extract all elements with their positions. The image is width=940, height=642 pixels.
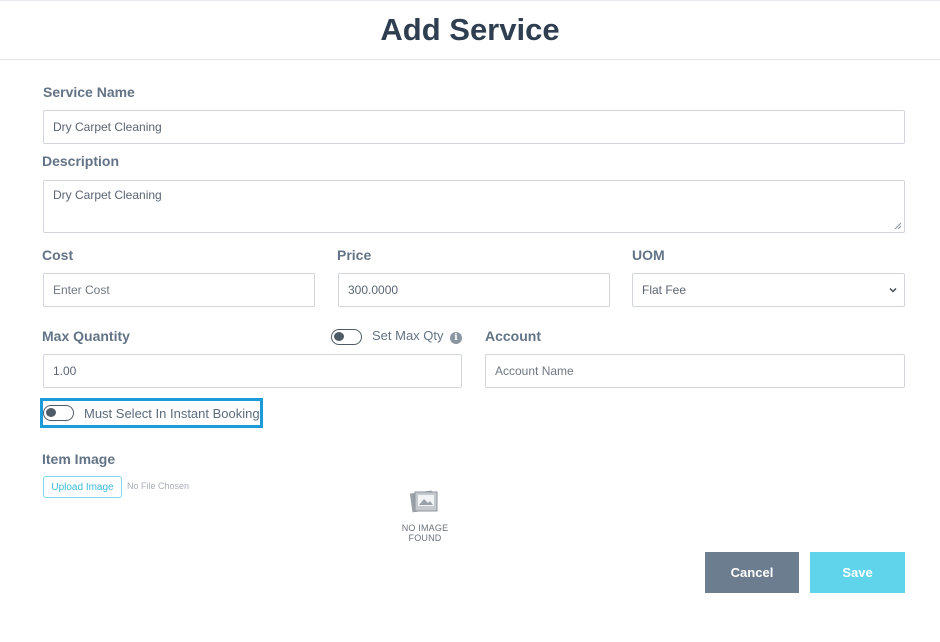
service-name-label: Service Name	[43, 84, 135, 100]
page-header: Add Service	[0, 0, 940, 60]
chevron-down-icon	[889, 287, 897, 293]
must-select-toggle[interactable]	[43, 405, 74, 421]
description-text: Dry Carpet Cleaning	[53, 188, 162, 202]
cost-input[interactable]: Enter Cost	[43, 273, 315, 307]
item-image-label: Item Image	[42, 451, 116, 467]
service-name-input[interactable]: Dry Carpet Cleaning	[43, 110, 905, 144]
price-input[interactable]: 300.0000	[338, 273, 610, 307]
max-quantity-input[interactable]: 1.00	[43, 354, 462, 388]
set-max-qty-label: Set Max Qty	[372, 328, 444, 343]
save-button[interactable]: Save	[810, 552, 905, 593]
cost-label: Cost	[42, 247, 74, 263]
price-label: Price	[337, 247, 372, 263]
set-max-qty-toggle[interactable]	[331, 329, 362, 345]
toggle-knob	[334, 332, 344, 341]
uom-selected-value: Flat Fee	[642, 283, 687, 297]
no-image-line-1: NO IMAGE	[401, 523, 449, 533]
must-select-label: Must Select In Instant Booking	[84, 406, 260, 421]
account-input[interactable]: Account Name	[485, 354, 905, 388]
description-label: Description	[42, 153, 120, 169]
toggle-knob	[46, 408, 56, 417]
resize-handle-icon[interactable]	[894, 222, 902, 230]
cancel-button[interactable]: Cancel	[705, 552, 799, 593]
page-title: Add Service	[380, 12, 560, 47]
no-image-line-2: FOUND	[408, 533, 442, 543]
uom-select[interactable]: Flat Fee	[632, 273, 905, 307]
uom-label: UOM	[632, 247, 665, 263]
image-placeholder-icon	[409, 490, 438, 513]
description-textarea[interactable]: Dry Carpet Cleaning	[43, 180, 905, 233]
info-icon[interactable]: i	[450, 332, 462, 344]
file-status-text: No File Chosen	[127, 481, 190, 491]
upload-image-button[interactable]: Upload Image	[43, 476, 122, 498]
max-quantity-label: Max Quantity	[42, 328, 130, 344]
account-label: Account	[485, 328, 541, 344]
no-image-text: NO IMAGE FOUND	[390, 523, 460, 543]
